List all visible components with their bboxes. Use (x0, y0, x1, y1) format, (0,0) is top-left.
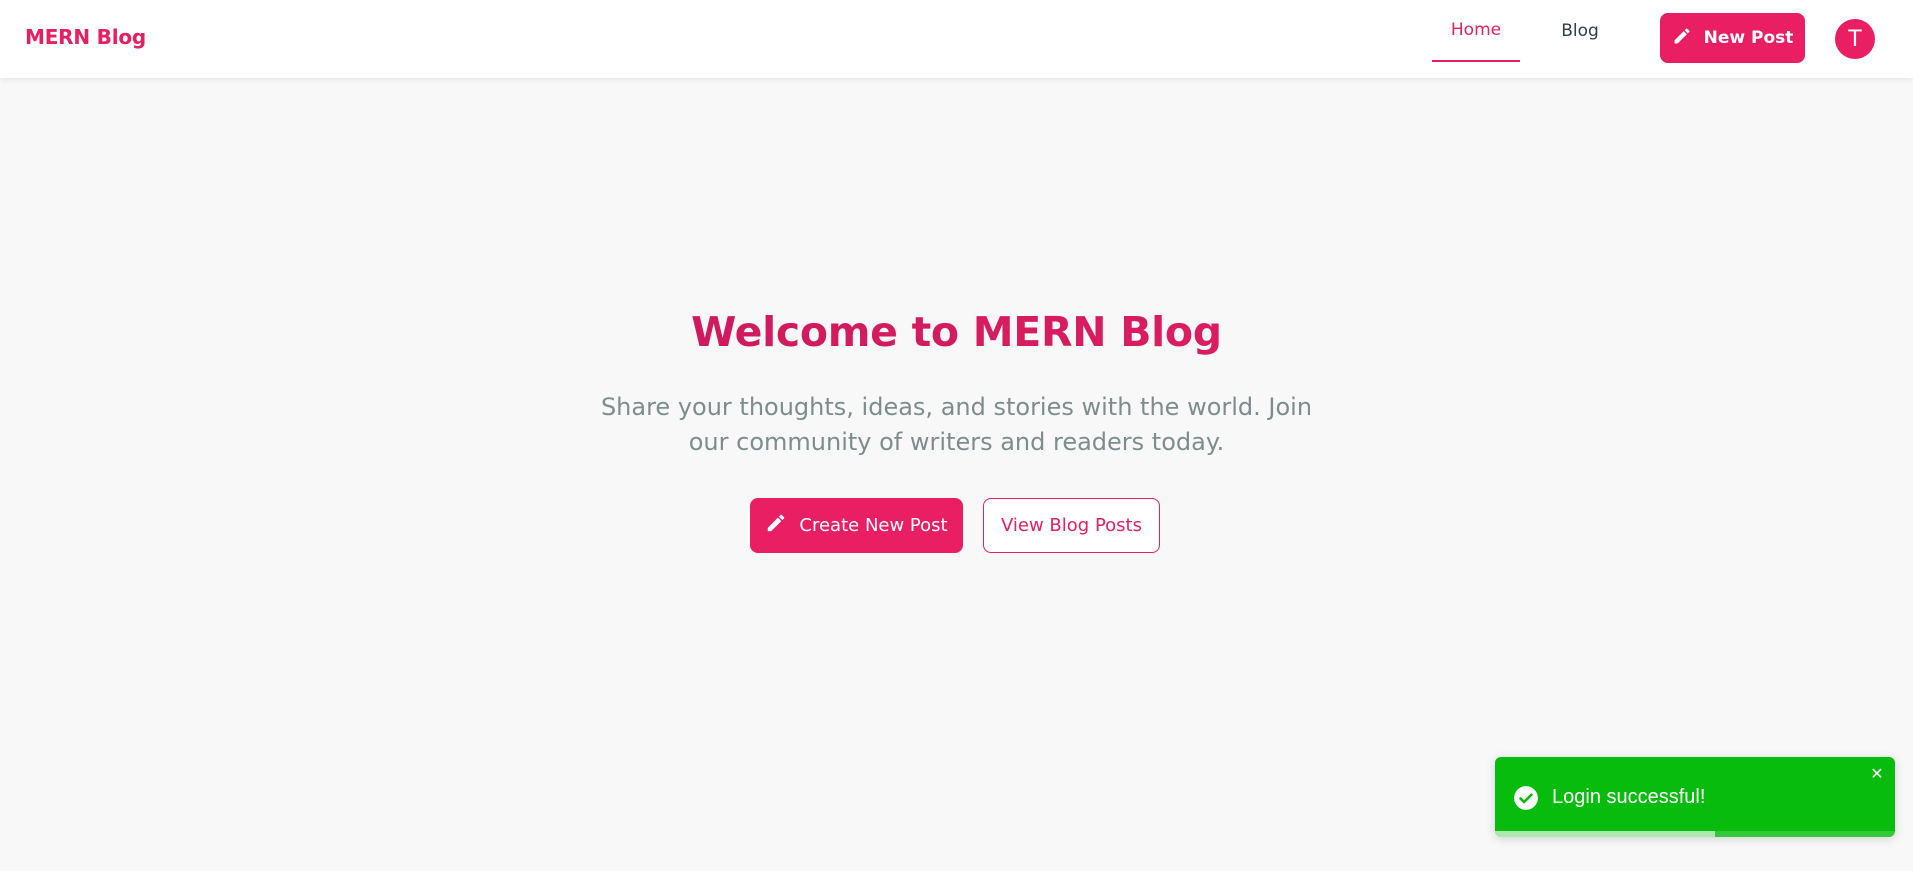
check-circle-icon (1513, 785, 1539, 811)
hero-subtitle: Share your thoughts, ideas, and stories … (600, 393, 1313, 456)
create-new-post-button[interactable]: Create New Post (750, 498, 963, 553)
user-avatar[interactable]: T (1835, 19, 1875, 59)
page-title: Welcome to MERN Blog (0, 308, 1913, 356)
nav-link-home[interactable]: Home (1432, 0, 1520, 62)
nav-link-blog[interactable]: Blog (1540, 0, 1620, 62)
toast-progress-bar (1495, 831, 1715, 837)
close-icon[interactable]: ✕ (1869, 765, 1885, 783)
toast-message: Login successful! (1552, 786, 1706, 808)
pencil-icon (765, 512, 787, 539)
view-blog-posts-button[interactable]: View Blog Posts (983, 498, 1160, 553)
top-navbar: MERN Blog Home Blog New Post T (0, 0, 1913, 78)
create-new-post-label: Create New Post (799, 515, 948, 536)
pencil-icon (1672, 26, 1692, 51)
new-post-label: New Post (1703, 28, 1794, 48)
new-post-button[interactable]: New Post (1660, 13, 1805, 63)
toast-notification[interactable]: Login successful! ✕ (1495, 757, 1895, 837)
brand-logo-link[interactable]: MERN Blog (25, 25, 146, 49)
